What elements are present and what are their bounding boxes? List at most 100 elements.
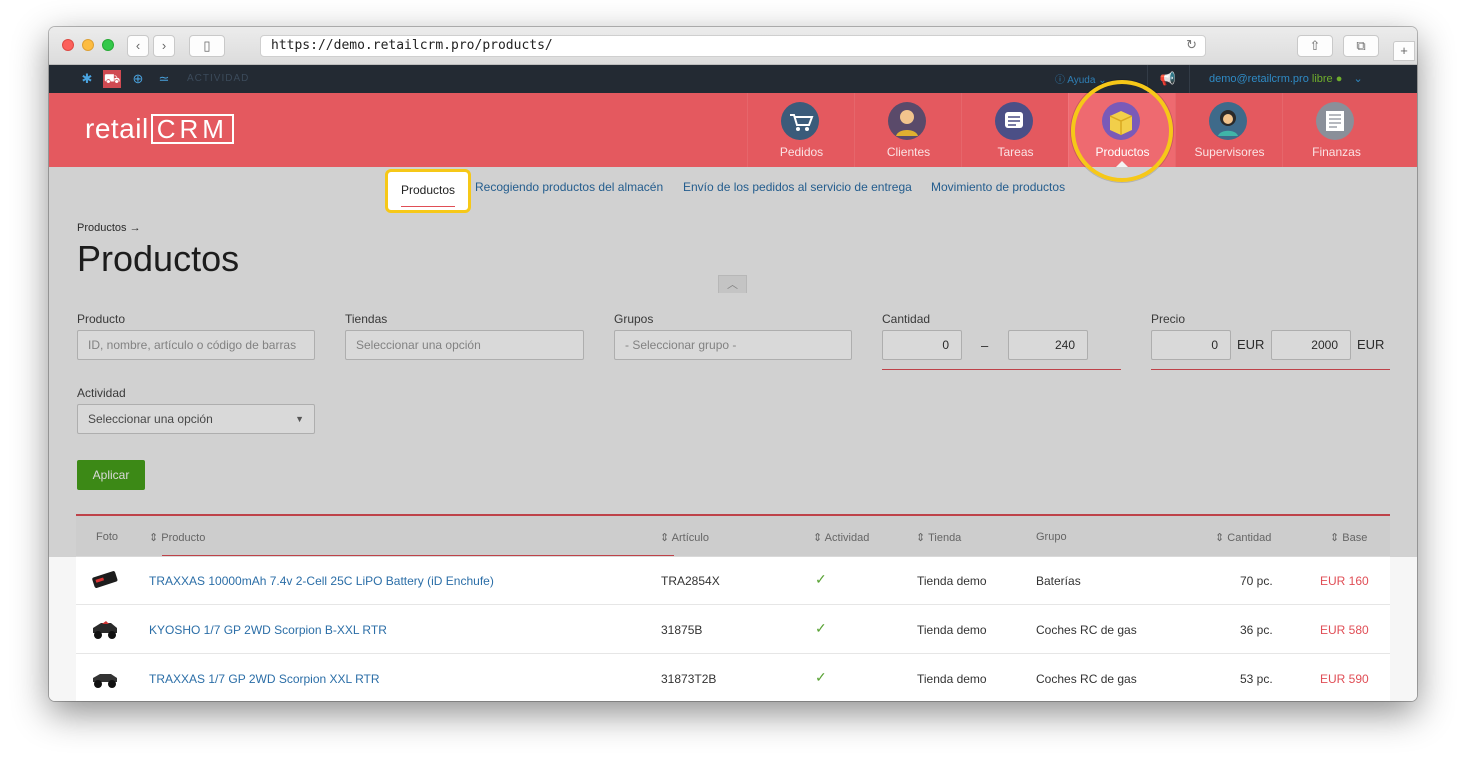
product-photo[interactable] bbox=[90, 565, 120, 595]
product-photo[interactable] bbox=[90, 614, 120, 644]
currency-label: EUR bbox=[1357, 337, 1385, 352]
check-icon: ✓ bbox=[815, 571, 827, 587]
grupo-cell: Coches RC de gas bbox=[1036, 623, 1137, 637]
settings-icon[interactable]: ✱ bbox=[78, 70, 96, 88]
retailcrm-logo[interactable]: retail CRM bbox=[85, 113, 234, 145]
precio-max-input[interactable]: 2000 bbox=[1271, 330, 1351, 360]
subnav-envio[interactable]: Envío de los pedidos al servicio de entr… bbox=[683, 180, 912, 194]
cantidad-cell: 53 pc. bbox=[1240, 672, 1273, 686]
th-label: Actividad bbox=[824, 532, 870, 544]
tienda-cell: Tienda demo bbox=[917, 672, 987, 686]
nav-pedidos[interactable]: Pedidos bbox=[747, 93, 854, 167]
user-chevron-icon: ⌄ bbox=[1353, 73, 1363, 85]
th-articulo[interactable]: ⇕ Artículo bbox=[660, 531, 709, 544]
product-photo[interactable] bbox=[90, 663, 120, 693]
tabs-overview-icon[interactable]: ⧉ bbox=[1343, 35, 1379, 57]
tienda-cell: Tienda demo bbox=[917, 574, 987, 588]
precio-slider-line[interactable] bbox=[1151, 369, 1390, 370]
zoom-window-button[interactable] bbox=[102, 39, 114, 51]
cantidad-min-input[interactable]: 0 bbox=[882, 330, 962, 360]
producto-search-input[interactable]: ID, nombre, artículo o código de barras bbox=[77, 330, 315, 360]
cantidad-max-input[interactable]: 240 bbox=[1008, 330, 1088, 360]
url-text: https://demo.retailcrm.pro/products/ bbox=[271, 38, 553, 53]
precio-min-input[interactable]: 0 bbox=[1151, 330, 1231, 360]
grupos-select[interactable]: - Seleccionar grupo - bbox=[614, 330, 852, 360]
nav-tareas[interactable]: Tareas bbox=[961, 93, 1068, 167]
lifebuoy-icon[interactable]: ⊕ bbox=[129, 70, 147, 88]
tienda-cell: Tienda demo bbox=[917, 623, 987, 637]
nav-clientes[interactable]: Clientes bbox=[854, 93, 961, 167]
cart-icon[interactable]: ⛟ bbox=[103, 70, 121, 88]
product-link[interactable]: TRAXXAS 10000mAh 7.4v 2-Cell 25C LiPO Ba… bbox=[149, 574, 494, 588]
browser-toolbar: ‹ › ▯ https://demo.retailcrm.pro/product… bbox=[49, 27, 1417, 65]
apply-button[interactable]: Aplicar bbox=[77, 460, 145, 490]
cart-icon bbox=[781, 102, 819, 140]
breadcrumb[interactable]: Productos → bbox=[77, 222, 141, 234]
grupo-cell: Coches RC de gas bbox=[1036, 672, 1137, 686]
back-icon[interactable]: ‹ bbox=[127, 35, 149, 57]
cantidad-slider-line[interactable] bbox=[882, 369, 1121, 370]
help-menu[interactable]: ⓘ Ayuda ⌄ bbox=[1055, 71, 1107, 86]
articulo-cell: TRA2854X bbox=[661, 574, 720, 588]
table-header: Foto ⇕ Producto ⇕ Artículo ⇕ Actividad ⇕… bbox=[76, 516, 1390, 556]
activity-label[interactable]: ACTIVIDAD bbox=[187, 73, 249, 84]
table-row[interactable]: KYOSHO 1/7 GP 2WD Scorpion B-XXL RTR 318… bbox=[76, 605, 1390, 654]
active-tab-underline bbox=[401, 206, 455, 207]
analytics-icon[interactable]: ≃ bbox=[155, 70, 173, 88]
actividad-select[interactable]: Seleccionar una opción ▼ bbox=[77, 404, 315, 434]
system-bar: ✱ ⛟ ⊕ ≃ ACTIVIDAD ⓘ Ayuda ⌄ 📢 demo@retai… bbox=[49, 65, 1417, 93]
list-icon bbox=[995, 102, 1033, 140]
th-actividad[interactable]: ⇕ Actividad bbox=[813, 531, 869, 544]
reload-icon[interactable]: ↻ bbox=[1186, 36, 1197, 56]
th-label: Tienda bbox=[928, 532, 962, 544]
megaphone-icon[interactable]: 📢 bbox=[1159, 70, 1177, 88]
tiendas-select[interactable]: Seleccionar una opción bbox=[345, 330, 584, 360]
th-tienda[interactable]: ⇕ Tienda bbox=[916, 531, 961, 544]
status-dot-icon: ● bbox=[1335, 73, 1343, 85]
nav-supervisores[interactable]: Supervisores bbox=[1175, 93, 1282, 167]
product-link[interactable]: TRAXXAS 1/7 GP 2WD Scorpion XXL RTR bbox=[149, 672, 380, 686]
product-link[interactable]: KYOSHO 1/7 GP 2WD Scorpion B-XXL RTR bbox=[149, 623, 387, 637]
th-label: Cantidad bbox=[1227, 532, 1272, 544]
check-icon: ✓ bbox=[815, 669, 827, 685]
sort-icon: ⇕ bbox=[916, 532, 926, 544]
nav-finanzas[interactable]: Finanzas bbox=[1282, 93, 1389, 167]
table-row[interactable]: TRAXXAS 1/7 GP 2WD Scorpion XXL RTR 3187… bbox=[76, 654, 1390, 701]
tiendas-label: Tiendas bbox=[345, 312, 388, 326]
base-price-cell: EUR 580 bbox=[1320, 623, 1369, 637]
collapse-filters-icon[interactable]: ︿ bbox=[718, 275, 747, 293]
th-producto[interactable]: ⇕ Producto bbox=[149, 531, 205, 544]
forward-icon[interactable]: › bbox=[153, 35, 175, 57]
share-icon[interactable]: ⇧ bbox=[1297, 35, 1333, 57]
cantidad-cell: 70 pc. bbox=[1240, 574, 1273, 588]
subnav-productos[interactable]: Productos bbox=[385, 169, 471, 213]
subnav-recogiendo[interactable]: Recogiendo productos del almacén bbox=[475, 180, 663, 194]
user-menu[interactable]: demo@retailcrm.pro libre ● ⌄ bbox=[1209, 72, 1363, 85]
th-cantidad[interactable]: ⇕ Cantidad bbox=[1215, 531, 1271, 544]
base-price-cell: EUR 160 bbox=[1320, 574, 1369, 588]
sort-icon: ⇕ bbox=[813, 532, 823, 544]
logo-text: retail bbox=[85, 113, 149, 144]
chevron-down-icon: ▼ bbox=[295, 414, 304, 424]
new-tab-icon[interactable]: + bbox=[1393, 41, 1415, 61]
table-row[interactable]: TRAXXAS 10000mAh 7.4v 2-Cell 25C LiPO Ba… bbox=[76, 556, 1390, 605]
sort-icon: ⇕ bbox=[1330, 532, 1340, 544]
th-base[interactable]: ⇕ Base bbox=[1330, 531, 1367, 544]
th-foto: Foto bbox=[96, 531, 119, 543]
th-label: Artículo bbox=[671, 532, 709, 544]
user-status: libre bbox=[1311, 73, 1333, 85]
person-icon bbox=[888, 102, 926, 140]
nav-label: Tareas bbox=[997, 145, 1034, 159]
close-window-button[interactable] bbox=[62, 39, 74, 51]
address-bar[interactable]: https://demo.retailcrm.pro/products/ ↻ bbox=[260, 35, 1206, 57]
sidebar-icon[interactable]: ▯ bbox=[189, 35, 225, 57]
nav-label: Finanzas bbox=[1312, 145, 1361, 159]
minimize-window-button[interactable] bbox=[82, 39, 94, 51]
th-label: Base bbox=[1342, 532, 1368, 544]
subnav-movimiento[interactable]: Movimiento de productos bbox=[931, 180, 1065, 194]
supervisor-icon bbox=[1209, 102, 1247, 140]
actividad-select-value: Seleccionar una opción bbox=[88, 412, 213, 426]
subnav-productos-label: Productos bbox=[401, 183, 456, 197]
currency-label: EUR bbox=[1237, 337, 1265, 352]
browser-window: ‹ › ▯ https://demo.retailcrm.pro/product… bbox=[49, 27, 1417, 701]
